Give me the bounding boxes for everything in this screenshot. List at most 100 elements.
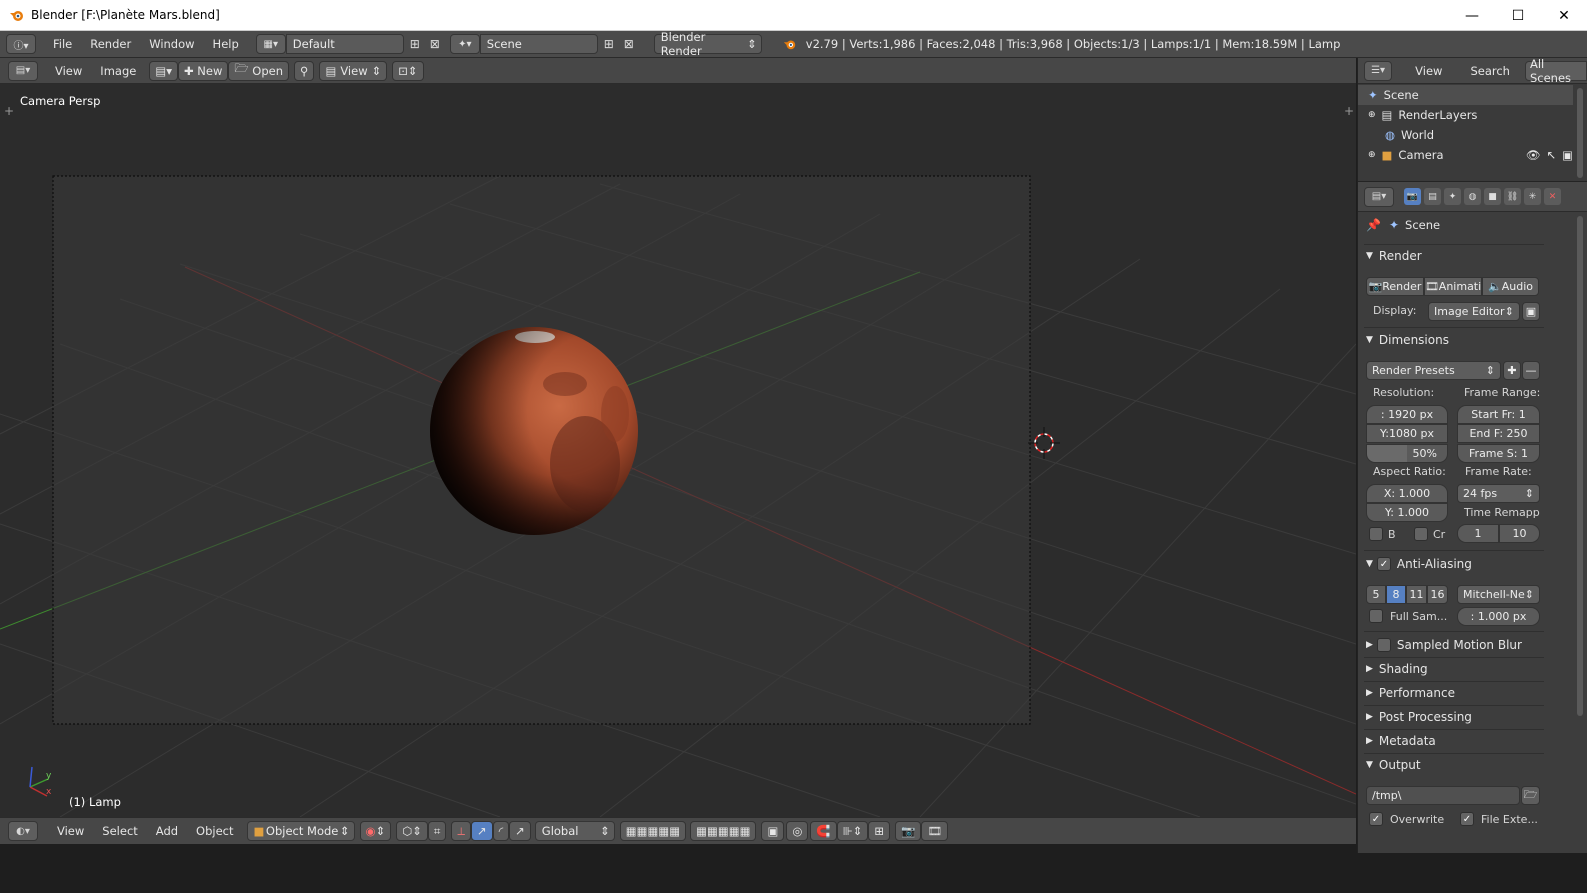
outliner-item-scene[interactable]: ✦ Scene [1358,85,1573,105]
pivot-point-icon[interactable]: ⬡⇕ [396,821,428,841]
layers-grid-2-icon[interactable]: ▦▦▦▦▦ [690,821,757,841]
scale-manipulator-icon[interactable]: ◜ [492,821,510,841]
cursor-select-icon[interactable]: ↖ [1546,148,1556,162]
resolution-x-field[interactable]: : 1920 px [1366,405,1448,424]
snap-icon[interactable]: 🧲 [810,821,837,841]
output-panel-header[interactable]: ▼ Output [1366,755,1543,775]
editor-type-outliner-icon[interactable]: ☰▾ [1364,60,1393,81]
aspect-y-field[interactable]: Y: 1.000 [1366,503,1448,522]
render-anim-icon[interactable]: 🎞 [921,821,948,841]
modifiers-tab-icon[interactable]: ✳ [1524,188,1541,205]
corner-plus-icon[interactable]: + [4,104,14,118]
mars-planet[interactable] [430,327,638,535]
menu-view[interactable]: View [46,64,91,78]
world-tab-icon[interactable]: ◍ [1464,188,1481,205]
layers-grid-icon[interactable]: ▦▦▦▦▦ [619,821,687,841]
output-path-field[interactable]: /tmp\ [1366,786,1520,805]
render-still-icon[interactable]: 📷 [894,821,922,841]
menu-file[interactable]: File [44,37,81,51]
audio-button[interactable]: 🔈 Audio [1482,277,1539,296]
frame-end-field[interactable]: End F: 250 [1457,424,1540,443]
metadata-panel[interactable]: ▶ Metadata [1366,731,1543,751]
render-tab-icon[interactable]: 📷 [1404,188,1421,205]
outliner-item-camera[interactable]: ⊕ ■ Camera 👁 ↖ ▣ [1358,145,1573,165]
3d-viewport[interactable]: + + Camera Persp (1) Lamp y x [0,84,1356,817]
editor-type-image-icon[interactable]: ▤▾ [8,60,38,81]
viewport-canvas[interactable]: + + [0,84,1356,817]
aspect-x-field[interactable]: X: 1.000 [1366,484,1448,503]
outliner-display-mode[interactable]: All Scenes [1524,57,1587,85]
menu-object[interactable]: Object [187,824,242,838]
maximize-button[interactable]: ☐ [1495,0,1541,31]
data-tab-icon[interactable]: ✕ [1544,188,1561,205]
menu-add[interactable]: Add [147,824,187,838]
outliner-scrollbar[interactable] [1577,88,1583,178]
properties-scrollbar[interactable] [1577,216,1583,716]
view-mode-select[interactable]: ▤ View ⇕ [319,60,388,81]
menu-help[interactable]: Help [204,37,248,51]
menu-view-3d[interactable]: View [48,824,93,838]
performance-panel[interactable]: ▶ Performance [1366,683,1543,703]
snap-element-icon[interactable]: ⊪⇕ [836,821,869,841]
time-remap-new-field[interactable]: 10 [1499,524,1540,543]
outliner-item-world[interactable]: ◍ World [1358,125,1573,145]
animation-button[interactable]: 🎞 Animati [1424,277,1482,296]
object-tab-icon[interactable]: ■ [1484,188,1501,205]
mode-select[interactable]: ■ Object Mode ⇕ [246,821,355,841]
snap-target-icon[interactable]: ⊞ [868,821,890,841]
frame-start-field[interactable]: Start Fr: 1 [1457,405,1540,424]
render-panel-header[interactable]: ▼ Render [1366,246,1543,266]
pivot-icon[interactable]: ⊡⇕ [392,60,424,81]
browse-folder-icon[interactable]: 🗁 [1521,786,1540,805]
outliner-menu-view[interactable]: View [1406,64,1451,78]
eye-icon[interactable]: 👁 [1526,148,1541,162]
close-button[interactable]: ✕ [1541,0,1587,31]
render-layers-tab-icon[interactable]: ▤ [1424,188,1441,205]
add-scene-icon[interactable]: ⊞ [600,35,618,53]
pin-icon[interactable]: ⚲ [294,60,315,81]
browse-image-icon[interactable]: ▤▾ [149,60,178,81]
file-extensions-checkbox[interactable]: ✓ [1460,812,1474,826]
minimize-button[interactable]: — [1449,0,1495,31]
aa-samples-11[interactable]: 11 [1406,585,1427,604]
menu-image[interactable]: Image [91,64,145,78]
editor-type-properties-icon[interactable]: ▤▾ [1364,186,1394,207]
open-image-button[interactable]: 🗁 Open [228,60,289,81]
constraints-tab-icon[interactable]: ⛓ [1504,188,1521,205]
viewport-shading-icon[interactable]: ◉ ⇕ [359,821,392,841]
transform-icon[interactable]: ↗ [509,821,531,841]
scene-field[interactable]: Scene [479,34,598,54]
layout-field[interactable]: Default [285,34,404,54]
overwrite-checkbox[interactable]: ✓ [1369,812,1383,826]
manipulator-toggle-icon[interactable]: ⌗ [427,821,447,841]
anti-aliasing-panel-header[interactable]: ▼ ✓ Anti-Aliasing [1366,554,1543,574]
render-engine-select[interactable]: Blender Render ⇕ [653,30,762,58]
shading-panel[interactable]: ▶ Shading [1366,659,1543,679]
frame-rate-select[interactable]: 24 fps ⇕ [1457,484,1540,503]
aa-filter-select[interactable]: Mitchell-Ne ⇕ [1457,585,1540,604]
pin-icon[interactable]: 📌 [1366,218,1381,232]
scene-icon[interactable]: ✦▾ [449,34,480,54]
remove-preset-icon[interactable]: — [1522,361,1540,380]
orientation-select[interactable]: Global ⇕ [534,821,615,841]
proportional-edit-icon[interactable]: ◎ [786,821,809,841]
editor-type-3d-icon[interactable]: ◐▾ [8,821,38,841]
border-checkbox[interactable] [1369,527,1383,541]
remove-layout-icon[interactable]: ⊠ [426,35,444,53]
frame-step-field[interactable]: Frame S: 1 [1457,444,1540,463]
post-processing-panel[interactable]: ▶ Post Processing [1366,707,1543,727]
resolution-percent-slider[interactable]: 50% [1366,444,1448,463]
render-presets-select[interactable]: Render Presets ⇕ [1366,361,1501,380]
add-preset-icon[interactable]: ✚ [1503,361,1521,380]
motion-blur-checkbox[interactable] [1376,638,1391,652]
outliner-item-renderlayers[interactable]: ⊕ ▤ RenderLayers [1358,105,1573,125]
editor-type-info-icon[interactable]: ⓘ▾ [6,34,36,54]
sampled-motion-blur-panel[interactable]: ▶ Sampled Motion Blur [1366,635,1543,655]
outliner-menu-search[interactable]: Search [1461,64,1519,78]
time-remap-old-field[interactable]: 1 [1457,524,1499,543]
translate-manipulator-icon[interactable]: ⟂ [451,821,472,841]
aa-samples-5[interactable]: 5 [1366,585,1386,604]
render-button[interactable]: 📷 Render [1366,277,1424,296]
crop-checkbox[interactable] [1414,527,1428,541]
new-image-button[interactable]: ✚ New [177,60,229,81]
